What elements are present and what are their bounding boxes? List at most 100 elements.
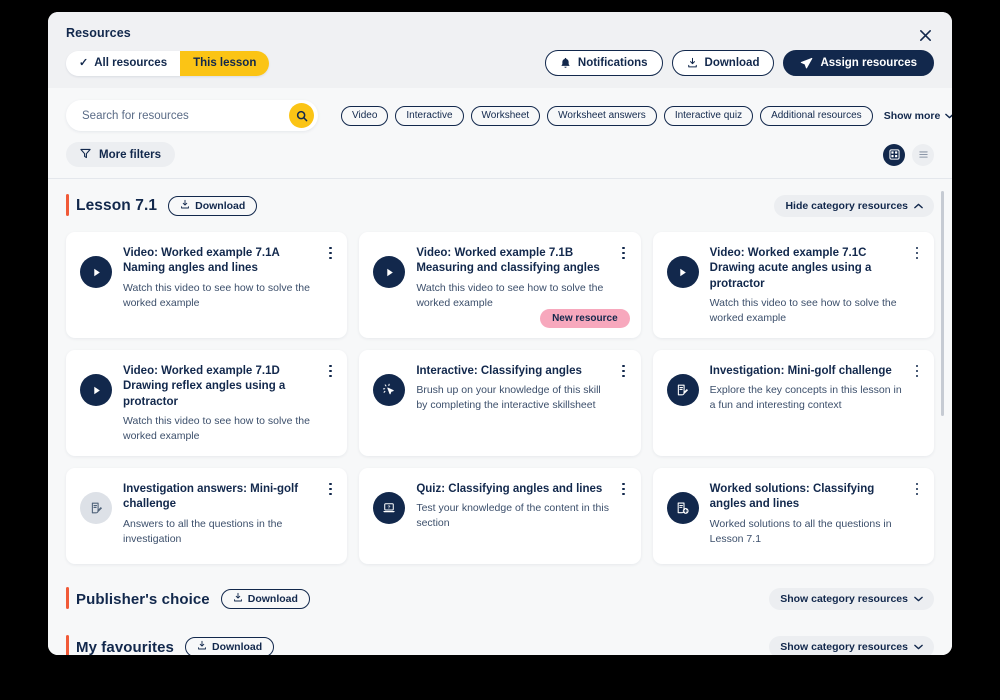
filters-row: More filters bbox=[48, 142, 952, 179]
scope-toggle: ✓ All resources This lesson bbox=[66, 50, 270, 76]
list-view-icon[interactable] bbox=[912, 143, 934, 166]
funnel-icon bbox=[80, 148, 91, 162]
toggle-all-resources[interactable]: ✓ All resources bbox=[66, 50, 181, 76]
resource-title: Video: Worked example 7.1B Measuring and… bbox=[416, 247, 600, 275]
category-my-favourites: My favourites Download Show category res… bbox=[66, 612, 934, 655]
toggle-this-lesson-label: This lesson bbox=[193, 57, 257, 69]
resource-description: Watch this video to see how to solve the… bbox=[123, 281, 310, 309]
resource-title: Video: Worked example 7.1C Drawing acute… bbox=[709, 247, 872, 290]
resource-description: Watch this video to see how to solve the… bbox=[709, 297, 897, 325]
category-accent-bar bbox=[66, 587, 69, 610]
resource-card[interactable]: Video: Worked example 7.1C Drawing acute… bbox=[652, 232, 934, 339]
resource-card[interactable]: Interactive: Classifying angles Brush up… bbox=[359, 350, 641, 457]
bell-icon bbox=[560, 57, 571, 69]
more-filters-button[interactable]: More filters bbox=[66, 142, 175, 167]
dialog-header: Resources ✓ All resources This lesson No… bbox=[48, 12, 952, 88]
show-category-label: Show category resources bbox=[780, 593, 908, 606]
resource-description: Watch this video to see how to solve the… bbox=[416, 281, 604, 309]
resource-card[interactable]: Video: Worked example 7.1B Measuring and… bbox=[359, 232, 641, 339]
resource-card[interactable]: Worked solutions: Classifying angles and… bbox=[652, 468, 934, 565]
resource-title: Video: Worked example 7.1D Drawing refle… bbox=[123, 365, 286, 408]
resource-card[interactable]: Video: Worked example 7.1A Naming angles… bbox=[66, 232, 348, 339]
resource-card-grid: Video: Worked example 7.1A Naming angles… bbox=[66, 232, 934, 565]
card-menu-icon[interactable] bbox=[617, 244, 631, 262]
chip-worksheet[interactable]: Worksheet bbox=[470, 105, 541, 126]
new-resource-badge: New resource bbox=[540, 309, 630, 329]
resource-card-text: Worked solutions: Classifying angles and… bbox=[710, 482, 904, 552]
hide-category-resources-button[interactable]: Hide category resources bbox=[774, 195, 934, 217]
chevron-down-icon bbox=[945, 110, 952, 122]
header-actions: Notifications Download Assign resources bbox=[544, 50, 934, 76]
category-download-button[interactable]: Download bbox=[220, 589, 310, 610]
category-download-label: Download bbox=[247, 593, 298, 606]
category-title: Publisher's choice bbox=[76, 590, 210, 608]
chip-additional-resources[interactable]: Additional resources bbox=[760, 105, 873, 126]
card-menu-icon[interactable] bbox=[617, 362, 631, 380]
category-header: Publisher's choice Download Show categor… bbox=[66, 586, 934, 612]
category-download-button[interactable]: Download bbox=[168, 196, 258, 216]
download-button[interactable]: Download bbox=[671, 50, 775, 76]
show-category-resources-button[interactable]: Show category resources bbox=[769, 588, 934, 611]
resource-title: Investigation: Mini-golf challenge bbox=[709, 365, 892, 378]
grid-view-icon[interactable] bbox=[883, 143, 905, 166]
chevron-up-icon bbox=[914, 200, 923, 212]
hide-category-label: Hide category resources bbox=[785, 200, 908, 212]
scrollbar-thumb[interactable] bbox=[941, 191, 944, 416]
resources-dialog: Resources ✓ All resources This lesson No… bbox=[48, 12, 952, 655]
close-icon[interactable] bbox=[914, 24, 936, 46]
search-icon[interactable] bbox=[289, 103, 314, 128]
card-menu-icon[interactable] bbox=[910, 244, 924, 262]
document-plus-icon bbox=[666, 492, 699, 525]
assign-resources-label: Assign resources bbox=[820, 57, 917, 69]
card-menu-icon[interactable] bbox=[323, 480, 337, 498]
category-download-label: Download bbox=[195, 200, 246, 212]
resource-description: Watch this video to see how to solve the… bbox=[123, 415, 310, 443]
resource-card[interactable]: Investigation: Mini-golf challenge Explo… bbox=[652, 350, 934, 457]
card-menu-icon[interactable] bbox=[910, 362, 924, 380]
show-more-filters-button[interactable]: Show more bbox=[884, 110, 952, 122]
download-icon bbox=[687, 57, 698, 69]
category-accent-bar bbox=[66, 635, 69, 655]
more-filters-label: More filters bbox=[99, 148, 161, 161]
resources-scroll-area[interactable]: Lesson 7.1 Download Hide category resour… bbox=[48, 179, 952, 655]
resource-card-text: Video: Worked example 7.1A Naming angles… bbox=[123, 246, 317, 326]
category-lesson-7-1: Lesson 7.1 Download Hide category resour… bbox=[66, 179, 934, 565]
category-download-button[interactable]: Download bbox=[185, 637, 275, 655]
download-icon bbox=[197, 640, 207, 654]
card-menu-icon[interactable] bbox=[617, 480, 631, 498]
chip-worksheet-answers[interactable]: Worksheet answers bbox=[547, 105, 657, 126]
toggle-this-lesson[interactable]: This lesson bbox=[180, 50, 270, 76]
play-icon bbox=[80, 256, 112, 288]
search-field-wrapper bbox=[66, 100, 318, 131]
card-menu-icon[interactable] bbox=[910, 480, 924, 498]
cursor-click-icon bbox=[373, 374, 406, 407]
resource-description: Explore the key concepts in this lesson … bbox=[709, 384, 902, 412]
resource-title: Video: Worked example 7.1A Naming angles… bbox=[123, 247, 280, 275]
quiz-laptop-icon: ? bbox=[373, 492, 406, 525]
resource-title: Investigation answers: Mini-golf challen… bbox=[123, 483, 299, 511]
resource-description: Answers to all the questions in the inve… bbox=[123, 517, 283, 545]
search-input[interactable] bbox=[66, 100, 318, 131]
toggle-all-resources-label: All resources bbox=[94, 57, 168, 69]
resource-description: Test your knowledge of the content in th… bbox=[416, 502, 609, 530]
resource-card[interactable]: Investigation answers: Mini-golf challen… bbox=[66, 468, 348, 565]
resource-card[interactable]: ? Quiz: Classifying angles and lines Tes… bbox=[359, 468, 641, 565]
vertical-scrollbar[interactable] bbox=[941, 191, 944, 591]
chip-video[interactable]: Video bbox=[341, 105, 389, 126]
resource-card[interactable]: Video: Worked example 7.1D Drawing refle… bbox=[66, 350, 348, 457]
play-icon bbox=[80, 374, 112, 407]
assign-resources-button[interactable]: Assign resources bbox=[783, 50, 934, 76]
play-icon bbox=[373, 256, 406, 288]
chip-interactive[interactable]: Interactive bbox=[395, 105, 464, 126]
card-menu-icon[interactable] bbox=[323, 244, 337, 262]
check-icon: ✓ bbox=[79, 56, 89, 69]
show-category-resources-button[interactable]: Show category resources bbox=[769, 636, 934, 655]
document-edit-icon bbox=[80, 492, 112, 525]
resource-card-text: Investigation answers: Mini-golf challen… bbox=[123, 482, 317, 552]
show-more-label: Show more bbox=[883, 109, 941, 122]
notifications-button[interactable]: Notifications bbox=[544, 50, 663, 76]
chip-interactive-quiz[interactable]: Interactive quiz bbox=[663, 105, 754, 126]
resource-title: Worked solutions: Classifying angles and… bbox=[709, 483, 875, 511]
card-menu-icon[interactable] bbox=[323, 362, 337, 380]
resource-card-text: Video: Worked example 7.1C Drawing acute… bbox=[710, 246, 904, 326]
